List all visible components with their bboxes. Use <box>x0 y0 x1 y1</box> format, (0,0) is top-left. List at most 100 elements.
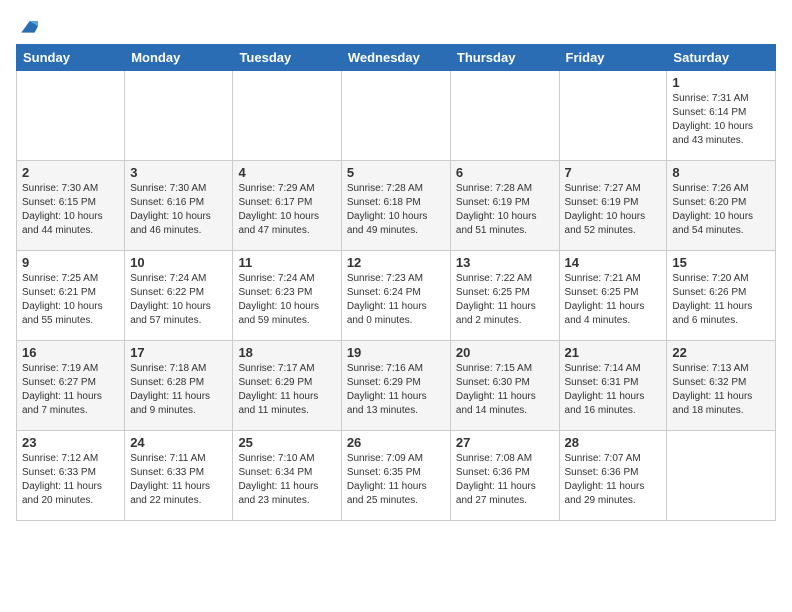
cell-text: Sunrise: 7:17 AM Sunset: 6:29 PM Dayligh… <box>238 362 335 418</box>
calendar-cell: 7 Sunrise: 7:27 AM Sunset: 6:19 PM Daylig… <box>559 161 667 251</box>
day-number: 8 <box>672 165 770 180</box>
cell-text: Sunrise: 7:31 AM Sunset: 6:14 PM Dayligh… <box>672 92 770 148</box>
calendar-cell: 1 Sunrise: 7:31 AM Sunset: 6:14 PM Daylig… <box>667 71 776 161</box>
day-number: 16 <box>22 345 119 360</box>
cell-text: Sunrise: 7:23 AM Sunset: 6:24 PM Dayligh… <box>347 272 445 328</box>
day-number: 26 <box>347 435 445 450</box>
day-number: 25 <box>238 435 335 450</box>
calendar-weekday-tuesday: Tuesday <box>233 45 341 71</box>
calendar-cell: 24Sunrise: 7:11 AM Sunset: 6:33 PM Dayli… <box>125 431 233 521</box>
calendar-cell <box>17 71 125 161</box>
calendar-cell: 16 Sunrise: 7:19 AM Sunset: 6:27 PM Dayli… <box>17 341 125 431</box>
calendar-cell: 4 Sunrise: 7:29 AM Sunset: 6:17 PM Daylig… <box>233 161 341 251</box>
cell-text: Sunrise: 7:14 AM Sunset: 6:31 PM Dayligh… <box>565 362 662 418</box>
calendar-cell <box>667 431 776 521</box>
cell-text: Sunrise: 7:28 AM Sunset: 6:18 PM Dayligh… <box>347 182 445 238</box>
cell-text: Sunrise: 7:09 AM Sunset: 6:35 PM Dayligh… <box>347 452 445 508</box>
calendar-weekday-sunday: Sunday <box>17 45 125 71</box>
calendar-cell <box>233 71 341 161</box>
day-number: 5 <box>347 165 445 180</box>
calendar-cell: 6 Sunrise: 7:28 AM Sunset: 6:19 PM Daylig… <box>450 161 559 251</box>
calendar-cell: 19Sunrise: 7:16 AM Sunset: 6:29 PM Dayli… <box>341 341 450 431</box>
calendar-cell: 11Sunrise: 7:24 AM Sunset: 6:23 PM Dayli… <box>233 251 341 341</box>
cell-text: Sunrise: 7:26 AM Sunset: 6:20 PM Dayligh… <box>672 182 770 238</box>
cell-text: Sunrise: 7:20 AM Sunset: 6:26 PM Dayligh… <box>672 272 770 328</box>
day-number: 13 <box>456 255 554 270</box>
cell-text: Sunrise: 7:13 AM Sunset: 6:32 PM Dayligh… <box>672 362 770 418</box>
day-number: 4 <box>238 165 335 180</box>
calendar-cell: 12 Sunrise: 7:23 AM Sunset: 6:24 PM Dayli… <box>341 251 450 341</box>
day-number: 1 <box>672 75 770 90</box>
calendar-cell <box>450 71 559 161</box>
day-number: 3 <box>130 165 227 180</box>
day-number: 12 <box>347 255 445 270</box>
calendar-cell: 25Sunrise: 7:10 AM Sunset: 6:34 PM Dayli… <box>233 431 341 521</box>
calendar-cell: 20 Sunrise: 7:15 AM Sunset: 6:30 PM Dayli… <box>450 341 559 431</box>
day-number: 2 <box>22 165 119 180</box>
cell-text: Sunrise: 7:25 AM Sunset: 6:21 PM Dayligh… <box>22 272 119 328</box>
day-number: 24 <box>130 435 227 450</box>
logo <box>16 16 38 36</box>
calendar-week-row: 2 Sunrise: 7:30 AM Sunset: 6:15 PM Daylig… <box>17 161 776 251</box>
calendar-cell: 14 Sunrise: 7:21 AM Sunset: 6:25 PM Dayli… <box>559 251 667 341</box>
cell-text: Sunrise: 7:22 AM Sunset: 6:25 PM Dayligh… <box>456 272 554 328</box>
day-number: 20 <box>456 345 554 360</box>
day-number: 6 <box>456 165 554 180</box>
calendar-cell: 8 Sunrise: 7:26 AM Sunset: 6:20 PM Daylig… <box>667 161 776 251</box>
day-number: 22 <box>672 345 770 360</box>
day-number: 15 <box>672 255 770 270</box>
calendar-cell: 21 Sunrise: 7:14 AM Sunset: 6:31 PM Dayli… <box>559 341 667 431</box>
day-number: 28 <box>565 435 662 450</box>
cell-text: Sunrise: 7:24 AM Sunset: 6:22 PM Dayligh… <box>130 272 227 328</box>
cell-text: Sunrise: 7:30 AM Sunset: 6:15 PM Dayligh… <box>22 182 119 238</box>
calendar-weekday-friday: Friday <box>559 45 667 71</box>
calendar-week-row: 23 Sunrise: 7:12 AM Sunset: 6:33 PM Dayli… <box>17 431 776 521</box>
calendar-weekday-saturday: Saturday <box>667 45 776 71</box>
calendar-cell: 10 Sunrise: 7:24 AM Sunset: 6:22 PM Dayli… <box>125 251 233 341</box>
page-header <box>16 16 776 36</box>
day-number: 9 <box>22 255 119 270</box>
day-number: 14 <box>565 255 662 270</box>
calendar-cell: 27 Sunrise: 7:08 AM Sunset: 6:36 PM Dayli… <box>450 431 559 521</box>
day-number: 18 <box>238 345 335 360</box>
calendar-week-row: 9 Sunrise: 7:25 AM Sunset: 6:21 PM Daylig… <box>17 251 776 341</box>
day-number: 11 <box>238 255 335 270</box>
calendar-cell: 23 Sunrise: 7:12 AM Sunset: 6:33 PM Dayli… <box>17 431 125 521</box>
calendar-cell: 9 Sunrise: 7:25 AM Sunset: 6:21 PM Daylig… <box>17 251 125 341</box>
calendar-week-row: 16 Sunrise: 7:19 AM Sunset: 6:27 PM Dayli… <box>17 341 776 431</box>
cell-text: Sunrise: 7:19 AM Sunset: 6:27 PM Dayligh… <box>22 362 119 418</box>
calendar-cell: 17Sunrise: 7:18 AM Sunset: 6:28 PM Dayli… <box>125 341 233 431</box>
calendar-cell: 28Sunrise: 7:07 AM Sunset: 6:36 PM Dayli… <box>559 431 667 521</box>
calendar-cell: 18 Sunrise: 7:17 AM Sunset: 6:29 PM Dayli… <box>233 341 341 431</box>
day-number: 21 <box>565 345 662 360</box>
calendar-weekday-thursday: Thursday <box>450 45 559 71</box>
calendar-cell <box>559 71 667 161</box>
cell-text: Sunrise: 7:08 AM Sunset: 6:36 PM Dayligh… <box>456 452 554 508</box>
cell-text: Sunrise: 7:15 AM Sunset: 6:30 PM Dayligh… <box>456 362 554 418</box>
day-number: 17 <box>130 345 227 360</box>
calendar-week-row: 1 Sunrise: 7:31 AM Sunset: 6:14 PM Daylig… <box>17 71 776 161</box>
calendar-cell: 13 Sunrise: 7:22 AM Sunset: 6:25 PM Dayli… <box>450 251 559 341</box>
calendar-cell: 22 Sunrise: 7:13 AM Sunset: 6:32 PM Dayli… <box>667 341 776 431</box>
calendar-cell: 15 Sunrise: 7:20 AM Sunset: 6:26 PM Dayli… <box>667 251 776 341</box>
day-number: 27 <box>456 435 554 450</box>
calendar-weekday-wednesday: Wednesday <box>341 45 450 71</box>
calendar-cell: 2 Sunrise: 7:30 AM Sunset: 6:15 PM Daylig… <box>17 161 125 251</box>
cell-text: Sunrise: 7:28 AM Sunset: 6:19 PM Dayligh… <box>456 182 554 238</box>
cell-text: Sunrise: 7:27 AM Sunset: 6:19 PM Dayligh… <box>565 182 662 238</box>
logo-icon <box>18 16 38 36</box>
calendar-cell: 26 Sunrise: 7:09 AM Sunset: 6:35 PM Dayli… <box>341 431 450 521</box>
calendar-cell: 5 Sunrise: 7:28 AM Sunset: 6:18 PM Daylig… <box>341 161 450 251</box>
cell-text: Sunrise: 7:16 AM Sunset: 6:29 PM Dayligh… <box>347 362 445 418</box>
cell-text: Sunrise: 7:12 AM Sunset: 6:33 PM Dayligh… <box>22 452 119 508</box>
cell-text: Sunrise: 7:21 AM Sunset: 6:25 PM Dayligh… <box>565 272 662 328</box>
cell-text: Sunrise: 7:29 AM Sunset: 6:17 PM Dayligh… <box>238 182 335 238</box>
calendar-body: 1 Sunrise: 7:31 AM Sunset: 6:14 PM Daylig… <box>17 71 776 521</box>
calendar-weekday-monday: Monday <box>125 45 233 71</box>
day-number: 10 <box>130 255 227 270</box>
cell-text: Sunrise: 7:30 AM Sunset: 6:16 PM Dayligh… <box>130 182 227 238</box>
day-number: 23 <box>22 435 119 450</box>
calendar-header-row: SundayMondayTuesdayWednesdayThursdayFrid… <box>17 45 776 71</box>
day-number: 7 <box>565 165 662 180</box>
calendar-cell <box>125 71 233 161</box>
